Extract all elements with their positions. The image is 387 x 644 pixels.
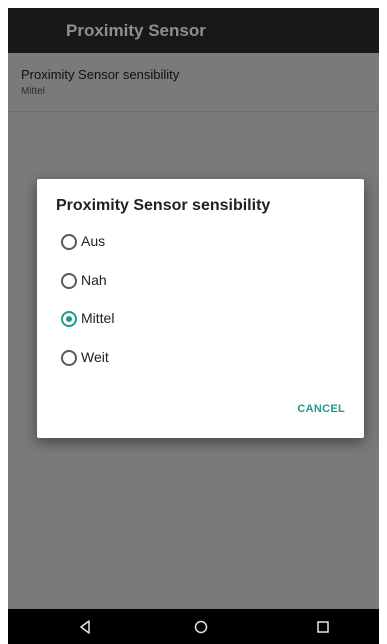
screen: Proximity Sensor Proximity Sensor sensib… (8, 8, 379, 644)
navigation-bar (8, 609, 379, 644)
back-icon[interactable] (78, 620, 92, 634)
option-weit[interactable]: Weit (61, 343, 281, 373)
app-bar: Proximity Sensor (8, 8, 379, 53)
app-bar-title: Proximity Sensor (66, 21, 206, 40)
option-label: Nah (81, 272, 107, 288)
radio-aus[interactable] (61, 234, 77, 250)
option-aus[interactable]: Aus (61, 227, 281, 257)
option-label: Weit (81, 349, 109, 365)
radio-weit[interactable] (61, 350, 77, 366)
option-mittel[interactable]: Mittel (61, 304, 281, 334)
cancel-button[interactable]: CANCEL (297, 403, 345, 415)
preference-title: Proximity Sensor sensibility (21, 67, 180, 82)
option-label: Mittel (81, 310, 115, 326)
recents-icon[interactable] (316, 620, 330, 634)
option-nah[interactable]: Nah (61, 266, 281, 296)
sensibility-dialog: Proximity Sensor sensibility Aus Nah Mit… (37, 179, 364, 438)
option-label: Aus (81, 233, 106, 249)
dialog-title: Proximity Sensor sensibility (56, 197, 271, 214)
preference-item[interactable]: Proximity Sensor sensibility Mittel (8, 53, 379, 112)
radio-nah[interactable] (61, 273, 77, 289)
home-icon[interactable] (194, 620, 208, 634)
preference-summary: Mittel (21, 86, 45, 97)
radio-mittel-selected[interactable] (61, 311, 77, 327)
